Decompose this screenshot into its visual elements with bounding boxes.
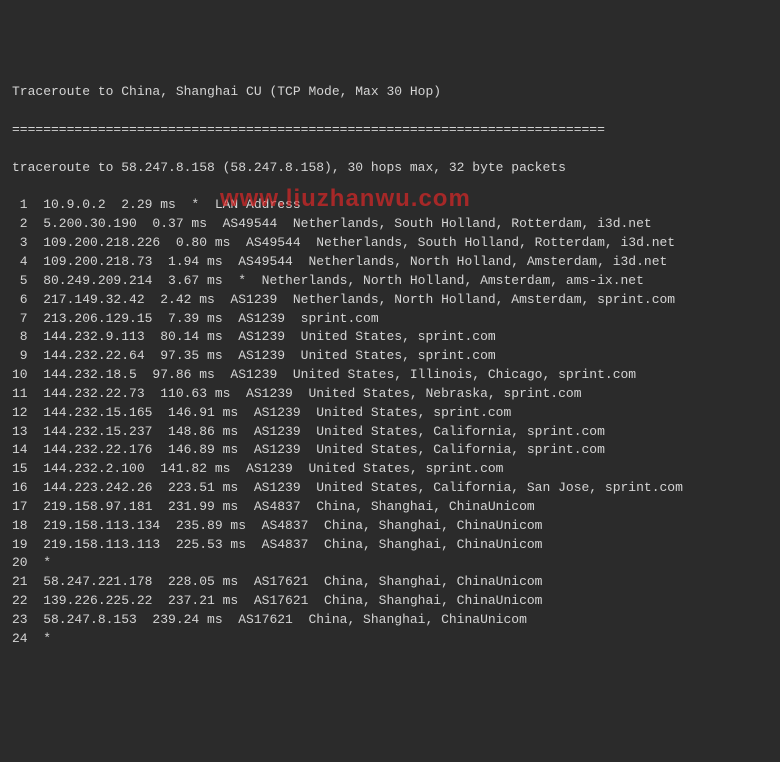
hop-row: 21 58.247.221.178 228.05 ms AS17621 Chin… [12, 573, 768, 592]
hop-row: 9 144.232.22.64 97.35 ms AS1239 United S… [12, 347, 768, 366]
hop-row: 24 * [12, 630, 768, 649]
hop-row: 1 10.9.0.2 2.29 ms * LAN Address [12, 196, 768, 215]
hop-row: 4 109.200.218.73 1.94 ms AS49544 Netherl… [12, 253, 768, 272]
hop-row: 17 219.158.97.181 231.99 ms AS4837 China… [12, 498, 768, 517]
traceroute-header: traceroute to 58.247.8.158 (58.247.8.158… [12, 159, 768, 178]
hop-row: 2 5.200.30.190 0.37 ms AS49544 Netherlan… [12, 215, 768, 234]
hop-row: 20 * [12, 554, 768, 573]
hop-row: 22 139.226.225.22 237.21 ms AS17621 Chin… [12, 592, 768, 611]
hop-row: 11 144.232.22.73 110.63 ms AS1239 United… [12, 385, 768, 404]
hop-row: 16 144.223.242.26 223.51 ms AS1239 Unite… [12, 479, 768, 498]
hop-row: 14 144.232.22.176 146.89 ms AS1239 Unite… [12, 441, 768, 460]
hop-row: 23 58.247.8.153 239.24 ms AS17621 China,… [12, 611, 768, 630]
hop-row: 19 219.158.113.113 225.53 ms AS4837 Chin… [12, 536, 768, 555]
separator-line: ========================================… [12, 121, 768, 140]
hop-row: 12 144.232.15.165 146.91 ms AS1239 Unite… [12, 404, 768, 423]
hop-row: 13 144.232.15.237 148.86 ms AS1239 Unite… [12, 423, 768, 442]
hop-row: 15 144.232.2.100 141.82 ms AS1239 United… [12, 460, 768, 479]
hop-row: 8 144.232.9.113 80.14 ms AS1239 United S… [12, 328, 768, 347]
hop-row: 6 217.149.32.42 2.42 ms AS1239 Netherlan… [12, 291, 768, 310]
hop-row: 5 80.249.209.214 3.67 ms * Netherlands, … [12, 272, 768, 291]
hop-row: 3 109.200.218.226 0.80 ms AS49544 Nether… [12, 234, 768, 253]
hop-row: 10 144.232.18.5 97.86 ms AS1239 United S… [12, 366, 768, 385]
hop-row: 7 213.206.129.15 7.39 ms AS1239 sprint.c… [12, 310, 768, 329]
traceroute-title: Traceroute to China, Shanghai CU (TCP Mo… [12, 83, 768, 102]
hops-list: 1 10.9.0.2 2.29 ms * LAN Address 2 5.200… [12, 196, 768, 648]
hop-row: 18 219.158.113.134 235.89 ms AS4837 Chin… [12, 517, 768, 536]
